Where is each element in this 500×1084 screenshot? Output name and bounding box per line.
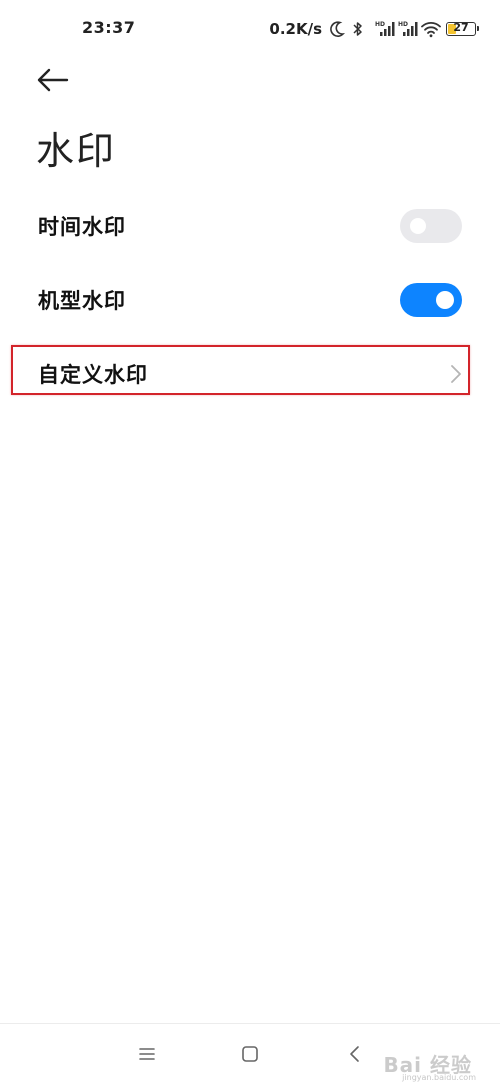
- battery-cap: [477, 26, 479, 31]
- svg-text:HD: HD: [375, 21, 385, 28]
- time-watermark-row[interactable]: 时间水印: [0, 190, 500, 262]
- toggle-knob: [436, 291, 454, 309]
- hd-signal-icon: HD: [375, 20, 395, 38]
- time-watermark-label: 时间水印: [38, 215, 126, 239]
- custom-watermark-row[interactable]: 自定义水印: [0, 338, 500, 410]
- battery-icon: 27: [446, 21, 479, 36]
- toggle-knob: [410, 218, 426, 234]
- moon-icon: [329, 20, 347, 38]
- chevron-right-icon: [450, 364, 462, 384]
- status-icons: 0.2K/s HD HD 27: [269, 17, 479, 41]
- network-speed: 0.2K/s: [269, 20, 322, 38]
- wifi-icon: [421, 20, 441, 38]
- time-watermark-toggle[interactable]: [400, 209, 462, 243]
- page-title: 水印: [36, 129, 117, 173]
- watermark-url: jingyan.baidu.com: [402, 1073, 476, 1082]
- model-watermark-label: 机型水印: [38, 289, 126, 313]
- menu-icon[interactable]: [135, 1042, 159, 1066]
- back-icon[interactable]: [343, 1042, 367, 1066]
- hd-signal-icon: HD: [398, 20, 418, 38]
- back-arrow-icon: [34, 68, 74, 102]
- svg-text:HD: HD: [398, 21, 408, 28]
- model-watermark-row[interactable]: 机型水印: [0, 264, 500, 336]
- home-icon[interactable]: [238, 1042, 262, 1066]
- custom-watermark-label: 自定义水印: [38, 363, 148, 387]
- status-time: 23:37: [82, 18, 136, 37]
- navigation-bar: Bai 经验 jingyan.baidu.com: [0, 1023, 500, 1084]
- model-watermark-toggle[interactable]: [400, 283, 462, 317]
- bluetooth-icon: [352, 20, 370, 38]
- back-button[interactable]: [34, 62, 74, 98]
- battery-level: 27: [453, 21, 469, 34]
- status-bar: 23:37 0.2K/s HD HD 27: [0, 0, 500, 58]
